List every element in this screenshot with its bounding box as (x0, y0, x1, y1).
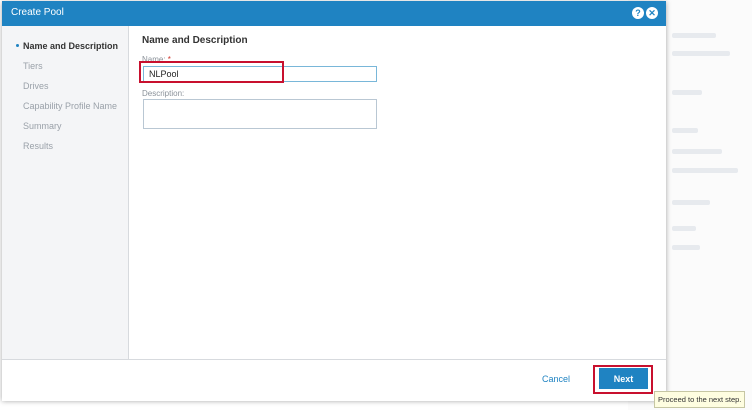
background-text (672, 128, 698, 133)
next-button-highlight (593, 365, 653, 394)
background-text (672, 33, 716, 38)
step-name-and-description[interactable]: Name and Description (23, 41, 118, 51)
background-text (672, 149, 722, 154)
description-input[interactable] (143, 99, 377, 129)
description-label: Description: (142, 89, 185, 98)
step-results[interactable]: Results (23, 141, 53, 151)
wizard-steps: Name and Description Tiers Drives Capabi… (2, 26, 129, 359)
background-text (672, 226, 696, 231)
background-text (672, 200, 710, 205)
name-field-highlight (139, 61, 284, 83)
wizard-content: Name and Description Name: * Description… (129, 26, 666, 359)
background-text (672, 168, 738, 173)
step-summary[interactable]: Summary (23, 121, 62, 131)
step-drives[interactable]: Drives (23, 81, 49, 91)
dialog-title: Create Pool (11, 7, 64, 18)
help-icon[interactable]: ? (632, 7, 644, 19)
step-tiers[interactable]: Tiers (23, 61, 43, 71)
background-text (672, 90, 702, 95)
section-heading: Name and Description (142, 35, 248, 46)
create-pool-dialog: Create Pool ? ✕ Name and Description Tie… (2, 1, 666, 401)
dialog-footer: Cancel Next (2, 359, 666, 401)
close-icon[interactable]: ✕ (646, 7, 658, 19)
background-text (672, 245, 700, 250)
step-capability-profile-name[interactable]: Capability Profile Name (23, 101, 117, 111)
background-text (672, 51, 730, 56)
next-tooltip: Proceed to the next step. (654, 391, 746, 408)
dialog-titlebar: Create Pool ? ✕ (2, 1, 666, 26)
active-step-bullet-icon (16, 44, 19, 47)
cancel-button[interactable]: Cancel (542, 374, 570, 384)
